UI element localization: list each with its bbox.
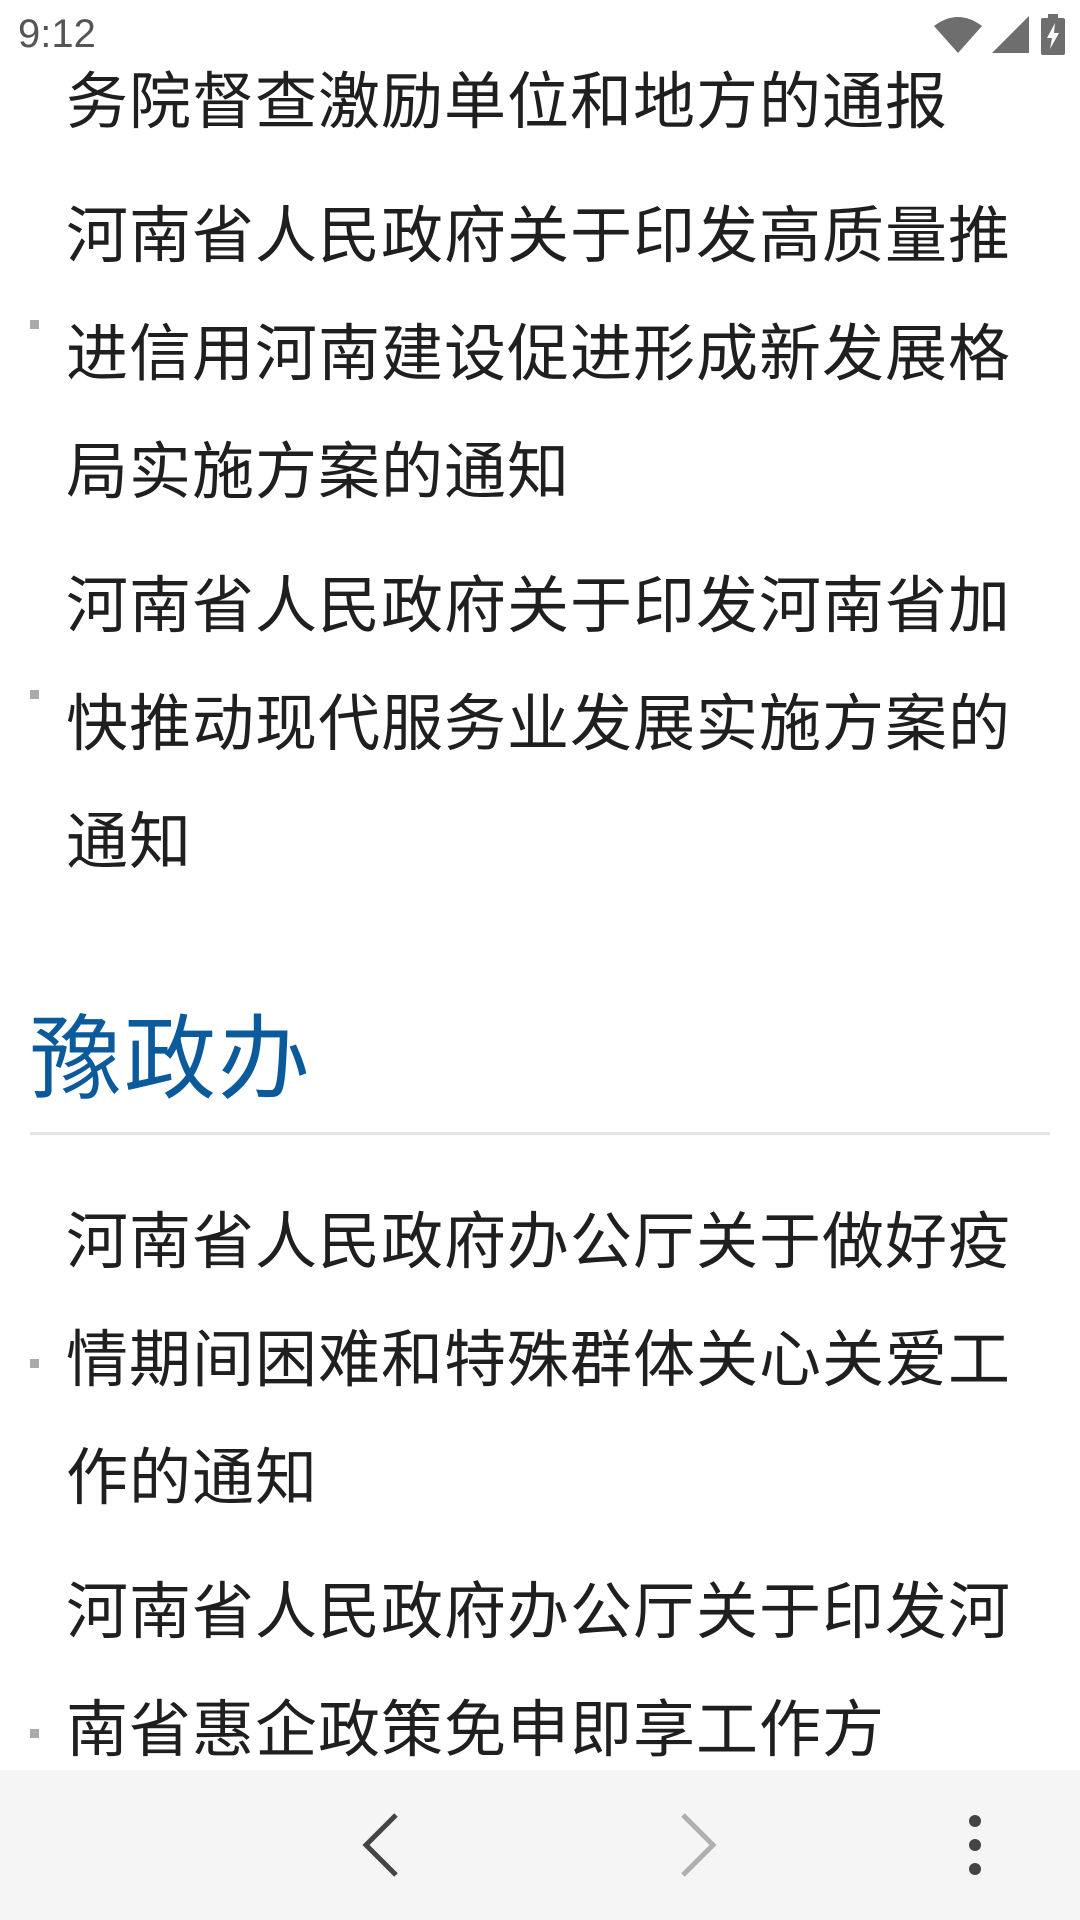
list-item[interactable]: 河南省人民政府办公厅关于印发河南省惠企政策免申即享工作方 bbox=[0, 1553, 1080, 1770]
list-item-text[interactable]: 河南省人民政府关于印发高质量推进信用河南建设促进形成新发展格局实施方案的通知 bbox=[66, 199, 1011, 508]
forward-button[interactable] bbox=[643, 1790, 753, 1900]
list-item[interactable]: 河南省人民政府关于印发河南省加快推动现代服务业发展实施方案的通知 bbox=[0, 547, 1080, 901]
list-item-text[interactable]: 河南省人民政府办公厅关于做好疫情期间困难和特殊群体关心关爱工作的通知 bbox=[66, 1205, 1011, 1514]
list-item[interactable]: 河南省人民政府办公厅关于做好疫情期间困难和特殊群体关心关爱工作的通知 bbox=[0, 1183, 1080, 1537]
bullet-icon bbox=[30, 1359, 39, 1368]
status-time: 9:12 bbox=[18, 12, 96, 56]
more-vert-icon bbox=[969, 1815, 981, 1875]
bullet-icon bbox=[30, 320, 39, 329]
battery-icon bbox=[1040, 14, 1066, 60]
more-options-button[interactable] bbox=[920, 1790, 1030, 1900]
section-heading: 豫政办 bbox=[30, 1006, 313, 1113]
status-bar: 9:12 bbox=[0, 0, 1080, 70]
page-content: 务院督查激励单位和地方的通报 河南省人民政府关于印发高质量推进信用河南建设促进形… bbox=[0, 0, 1080, 1770]
document-list: 河南省人民政府办公厅关于做好疫情期间困难和特殊群体关心关爱工作的通知 河南省人民… bbox=[0, 1183, 1080, 1770]
forward-icon bbox=[681, 1813, 717, 1877]
signal-icon bbox=[992, 16, 1030, 58]
section-divider bbox=[30, 1132, 1050, 1135]
list-item-text[interactable]: 务院督查激励单位和地方的通报 bbox=[66, 65, 948, 138]
bullet-icon bbox=[30, 1729, 39, 1738]
list-item-text[interactable]: 河南省人民政府关于印发河南省加快推动现代服务业发展实施方案的通知 bbox=[66, 569, 1011, 878]
bottom-toolbar bbox=[0, 1770, 1080, 1920]
bullet-icon bbox=[30, 690, 39, 699]
back-button[interactable] bbox=[326, 1790, 436, 1900]
list-item-text[interactable]: 河南省人民政府办公厅关于印发河南省惠企政策免申即享工作方 bbox=[66, 1575, 1011, 1766]
status-icons bbox=[934, 14, 1066, 60]
wifi-icon bbox=[934, 16, 982, 58]
back-icon bbox=[362, 1813, 398, 1877]
document-list: 务院督查激励单位和地方的通报 河南省人民政府关于印发高质量推进信用河南建设促进形… bbox=[0, 43, 1080, 917]
list-item[interactable]: 河南省人民政府关于印发高质量推进信用河南建设促进形成新发展格局实施方案的通知 bbox=[0, 177, 1080, 531]
